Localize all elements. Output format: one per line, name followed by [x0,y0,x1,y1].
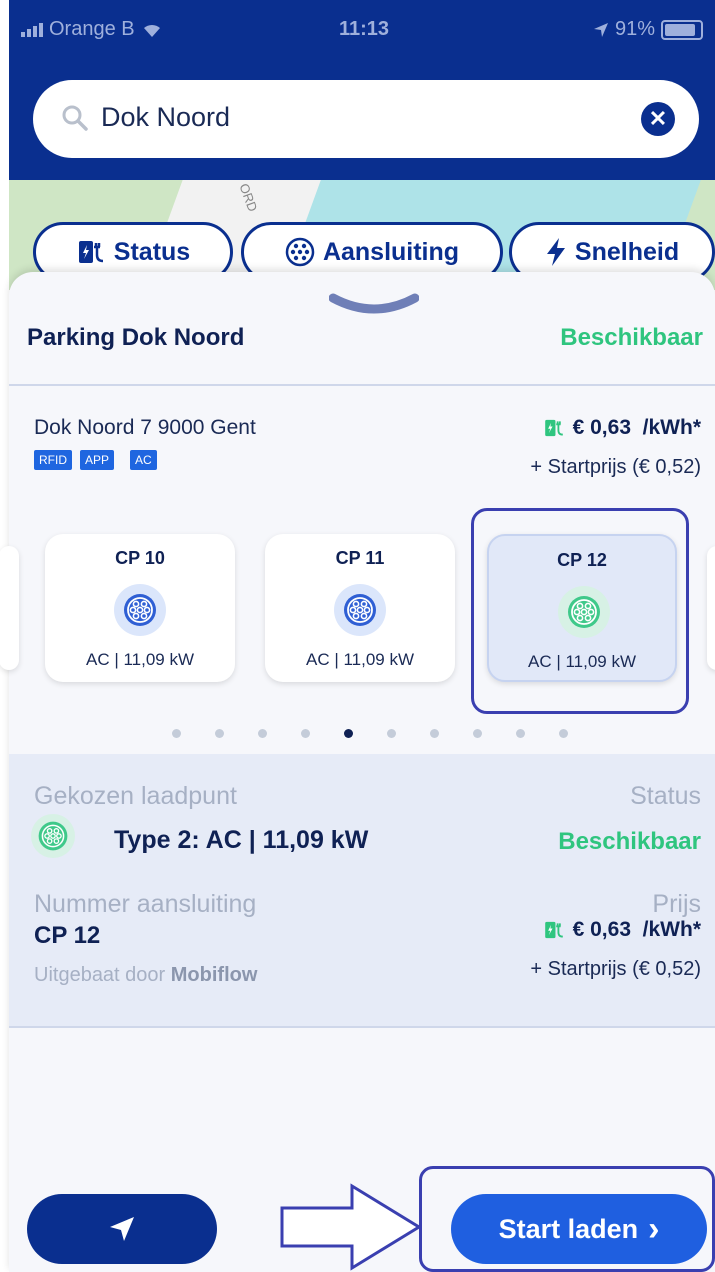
status-value: Beschikbaar [558,828,701,855]
pager-dot[interactable] [430,729,439,738]
connector-type: Type 2: AC | 11,09 kW [114,826,369,854]
filter-speed-label: Snelheid [574,237,680,266]
operator-prefix: Uitgebaat door [34,964,166,986]
clear-icon[interactable]: ✕ [641,102,675,136]
battery-status: 91% [593,18,703,41]
charge-point-card-partial[interactable] [0,546,19,670]
chevron-right-icon: › [648,1210,660,1248]
price-label: Prijs [652,890,701,918]
pager-dot[interactable] [172,729,181,738]
chosen-charge-point: Gekozen laadpunt Status Type 2: AC | 11,… [9,754,715,1026]
tag-app: APP [80,450,115,470]
divider [9,1026,715,1028]
tag-rfid: RFID [34,450,72,470]
charge-point-spec: AC | 11,09 kW [85,650,195,669]
divider [9,384,715,386]
status-bar: Orange B 11:13 91% [9,0,715,58]
pager-dot[interactable] [301,729,310,738]
location-header: Parking Dok Noord Beschikbaar [27,324,703,352]
battery-percent: 91% [614,18,655,40]
location-price: € 0,63 /kWh* [543,416,701,440]
start-charging-button[interactable]: Start laden › [451,1194,707,1264]
search-icon [62,105,88,131]
operator-name: Mobiflow [170,964,258,986]
connector-icon [31,814,75,858]
payment-tags: RFID APP AC [34,450,157,470]
tag-ac: AC [130,450,157,470]
charge-point-id: CP 11 [335,548,385,568]
signal-icon [21,22,43,37]
price-value: € 0,63 /kWh* [572,416,701,439]
connection-number: CP 12 [34,922,101,949]
pager-dot[interactable] [344,729,353,738]
carrier: Orange B [21,18,163,41]
location-availability: Beschikbaar [560,324,703,351]
navigation-icon [110,1217,134,1241]
charge-point-card[interactable]: CP 10 AC | 11,09 kW [45,534,235,682]
operator-line: Uitgebaat door Mobiflow [34,964,257,987]
pager-dot[interactable] [258,729,267,738]
charger-icon [544,419,563,437]
location-name: Parking Dok Noord [27,324,245,351]
start-price: + Startprijs (€ 0,52) [530,456,701,478]
location-arrow-icon [593,22,608,37]
price-value: € 0,63 /kWh* [572,918,701,941]
chevron-down-icon[interactable] [329,290,419,320]
charge-point-spec: AC | 11,09 kW [305,650,415,669]
carousel-pager[interactable] [172,729,568,738]
connector-icon [114,584,166,636]
connector-icon [334,584,386,636]
selection-highlight [471,508,689,714]
locate-me-button[interactable] [27,1194,217,1264]
start-price: + Startprijs (€ 0,52) [530,958,701,980]
bolt-icon [546,238,565,266]
pager-dot[interactable] [559,729,568,738]
pager-dot[interactable] [473,729,482,738]
chosen-point-label: Gekozen laadpunt [34,782,237,810]
charger-icon [544,921,563,939]
battery-icon [661,19,703,40]
clock: 11:13 [339,18,390,40]
search-bar[interactable]: Dok Noord ✕ [33,80,699,158]
wifi-icon [143,24,160,37]
chosen-price: € 0,63 /kWh* [543,918,701,942]
filter-connector-label: Aansluiting [322,237,460,266]
filter-status-label: Status [113,237,191,266]
search-input[interactable]: Dok Noord [101,102,230,133]
connector-icon [285,237,315,267]
pager-dot[interactable] [516,729,525,738]
number-label: Nummer aansluiting [34,890,257,918]
charger-icon [78,241,103,263]
status-label: Status [630,782,701,810]
charge-point-card[interactable]: CP 11 AC | 11,09 kW [265,534,455,682]
charge-point-card-partial[interactable] [707,546,715,670]
location-address: Dok Noord 7 9000 Gent [34,416,256,439]
start-charging-label: Start laden [498,1213,639,1244]
carrier-name: Orange B [49,18,135,40]
arrow-right-icon [280,1183,422,1271]
charge-point-id: CP 10 [115,548,165,568]
pager-dot[interactable] [215,729,224,738]
pager-dot[interactable] [387,729,396,738]
details-sheet: Parking Dok Noord Beschikbaar Dok Noord … [0,272,715,1272]
